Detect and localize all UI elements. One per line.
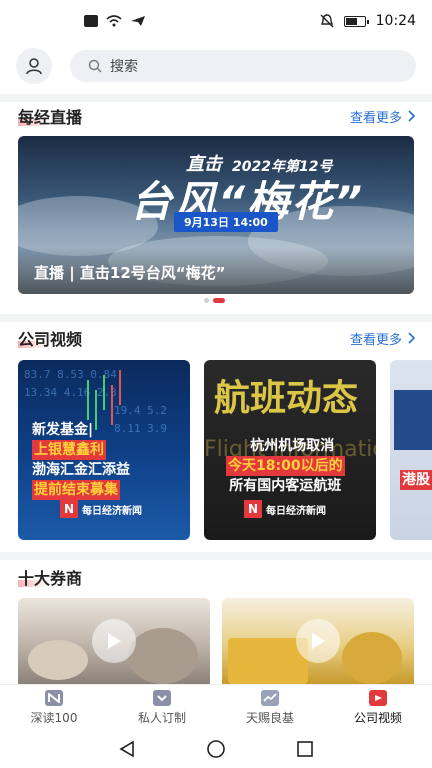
carousel-dot-active bbox=[213, 298, 225, 303]
brand-logo: N 每日经济新闻 bbox=[244, 500, 326, 518]
status-bar: 10:24 bbox=[0, 0, 432, 42]
banner-date: 9月13日 14:00 bbox=[174, 212, 278, 232]
video-card-text: 新发基金| 上银慧鑫利 渤海汇金汇添益 提前结束募集 bbox=[32, 420, 130, 500]
broker-section-title: 十大券商 bbox=[18, 565, 82, 589]
coin-stack bbox=[128, 628, 198, 684]
bottom-tab-bar: 深读100 私人订制 天赐良基 公司视频 bbox=[0, 684, 432, 730]
video-card[interactable]: 83.7 8.53 0.84 13.34 4.16 2.3 19.4 5.2 8… bbox=[18, 360, 190, 540]
play-button[interactable] bbox=[92, 619, 136, 663]
top-header: 搜索 bbox=[16, 48, 416, 84]
n-logo-icon: N bbox=[60, 500, 78, 518]
building-sign bbox=[394, 390, 432, 450]
live-more-link[interactable]: 查看更多 bbox=[350, 107, 416, 126]
broker-carousel[interactable] bbox=[18, 598, 432, 684]
system-nav-bar bbox=[0, 730, 432, 768]
chevron-right-icon bbox=[408, 110, 416, 122]
carousel-dot bbox=[204, 298, 209, 303]
coin-stack bbox=[28, 640, 88, 680]
svg-text:航班动态: 航班动态 bbox=[214, 377, 358, 419]
live-section-title: 每经直播 bbox=[18, 104, 82, 128]
search-icon bbox=[88, 59, 102, 73]
n-logo-icon bbox=[45, 689, 63, 706]
clock: 10:24 bbox=[375, 13, 416, 29]
battery-icon bbox=[343, 15, 369, 27]
status-icons-right: 10:24 bbox=[320, 13, 416, 29]
video-card-line: 所有国内客运航班 bbox=[229, 478, 342, 494]
broker-card[interactable] bbox=[18, 598, 210, 684]
chart-line-icon bbox=[261, 689, 279, 706]
tab-fund[interactable]: 天赐良基 bbox=[216, 685, 324, 730]
video-section-title: 公司视频 bbox=[18, 326, 82, 350]
video-carousel[interactable]: 83.7 8.53 0.84 13.34 4.16 2.3 19.4 5.2 8… bbox=[18, 360, 432, 540]
video-card[interactable]: 航班动态 Flight Information 杭州机场取消 今天18:00以后… bbox=[204, 360, 376, 540]
tab-company-video[interactable]: 公司视频 bbox=[324, 685, 432, 730]
broker-card[interactable] bbox=[222, 598, 414, 684]
mute-icon bbox=[320, 14, 334, 28]
tab-label: 深读100 bbox=[30, 710, 78, 725]
user-avatar-button[interactable] bbox=[16, 48, 52, 84]
broker-section-header: 十大券商 bbox=[18, 563, 416, 591]
video-more-link[interactable]: 查看更多 bbox=[350, 329, 416, 348]
video-card-line: 提前结束募集 bbox=[32, 480, 120, 500]
tab-deep-read[interactable]: 深读100 bbox=[0, 685, 108, 730]
n-logo-icon: N bbox=[244, 500, 262, 518]
play-icon bbox=[108, 633, 121, 649]
video-more-label: 查看更多 bbox=[349, 332, 402, 348]
search-input[interactable]: 搜索 bbox=[70, 50, 416, 82]
divider bbox=[0, 552, 432, 560]
video-card-line: 渤海汇金汇添益 bbox=[32, 462, 130, 478]
play-icon bbox=[312, 633, 325, 649]
video-card[interactable]: 港股 bbox=[390, 360, 432, 540]
back-icon[interactable] bbox=[118, 740, 136, 758]
chevron-right-icon bbox=[408, 332, 416, 344]
divider bbox=[0, 94, 432, 102]
video-card-line: 新发基金| bbox=[32, 422, 94, 438]
live-section-header: 每经直播 查看更多 bbox=[18, 102, 416, 130]
tab-private-custom[interactable]: 私人订制 bbox=[108, 685, 216, 730]
alert-icon bbox=[84, 15, 98, 27]
carousel-indicator bbox=[204, 298, 225, 303]
video-card-line: 上银慧鑫利 bbox=[32, 440, 106, 460]
tab-label: 公司视频 bbox=[353, 710, 402, 725]
svg-text:13.34 4.16 2.3: 13.34 4.16 2.3 bbox=[24, 386, 117, 399]
brand-name: 每日经济新闻 bbox=[266, 505, 326, 517]
tab-label: 私人订制 bbox=[137, 710, 186, 725]
video-section-header: 公司视频 查看更多 bbox=[18, 324, 416, 352]
play-button[interactable] bbox=[296, 619, 340, 663]
video-card-line: 今天18:00以后的 bbox=[226, 456, 345, 476]
svg-text:19.4 5.2: 19.4 5.2 bbox=[114, 404, 167, 417]
video-card-text: 杭州机场取消 今天18:00以后的 所有国内客运航班 bbox=[226, 436, 345, 496]
search-placeholder: 搜索 bbox=[110, 59, 138, 75]
gold-coins bbox=[342, 632, 402, 684]
banner-caption: 直播 | 直击12号台风“梅花” bbox=[18, 248, 414, 294]
shield-chevron-icon bbox=[153, 689, 171, 706]
live-more-label: 查看更多 bbox=[349, 110, 402, 126]
recents-icon[interactable] bbox=[296, 740, 314, 758]
brand-name: 每日经济新闻 bbox=[82, 505, 142, 517]
home-icon[interactable] bbox=[206, 739, 226, 759]
video-card-line: 港股 bbox=[400, 470, 432, 490]
video-card-line: 杭州机场取消 bbox=[250, 438, 335, 454]
brand-logo: N 每日经济新闻 bbox=[60, 500, 142, 518]
tab-label: 天赐良基 bbox=[245, 710, 294, 725]
status-icons-left bbox=[84, 15, 146, 27]
live-banner[interactable]: 直击 2022年第12号 台风“梅花” 9月13日 14:00 直播 | 直击1… bbox=[18, 136, 414, 294]
video-camera-icon bbox=[369, 689, 387, 706]
wifi-icon bbox=[106, 15, 122, 27]
send-icon bbox=[131, 16, 145, 26]
user-icon bbox=[26, 58, 42, 75]
divider bbox=[0, 314, 432, 322]
